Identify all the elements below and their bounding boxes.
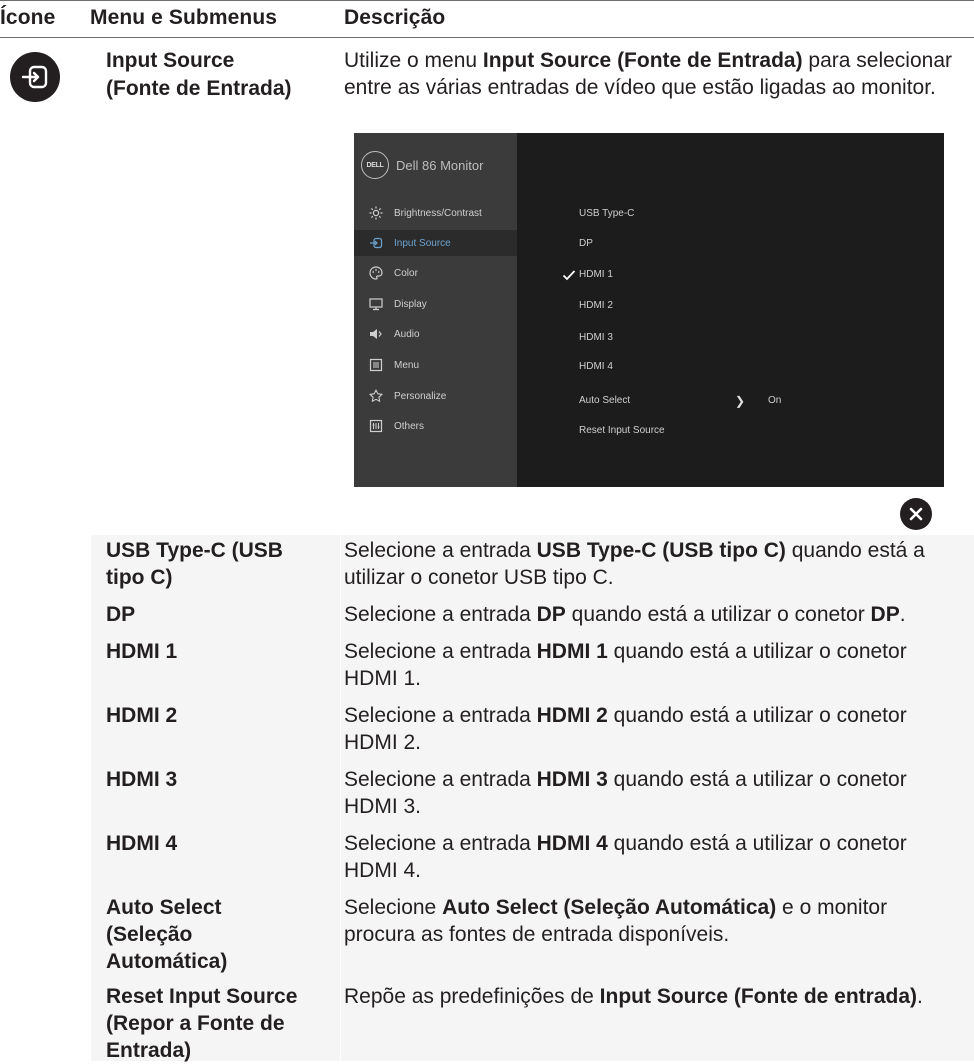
osd-menu-brightness[interactable]: Brightness/Contrast: [354, 200, 517, 226]
osd-screenshot: DELL Dell 86 Monitor Brightness/Contrast…: [354, 133, 944, 487]
others-icon: [369, 419, 383, 433]
table-row: Reset Input Source (Repor a Fonte de Ent…: [91, 981, 974, 1062]
brightness-icon: [369, 206, 383, 220]
desc-text: Repõe as predefinições de: [344, 985, 600, 1008]
desc-text: Selecione a entrada: [344, 539, 537, 562]
osd-menu-label: Display: [394, 298, 427, 310]
desc-bold: HDMI 4: [536, 832, 608, 855]
osd-menu-label: Others: [394, 420, 425, 432]
osd-option-auto-select[interactable]: Auto Select: [579, 395, 630, 406]
osd-menu-label: Audio: [394, 328, 420, 340]
desc-bold: Input Source (Fonte de Entrada): [482, 49, 803, 72]
chevron-right-icon: ❯: [735, 394, 746, 408]
option-description: Selecione a entrada USB Type-C (USB tipo…: [344, 537, 964, 591]
option-description: Selecione a entrada HDMI 1 quando está a…: [344, 638, 964, 692]
desc-text: Selecione a entrada: [344, 704, 537, 727]
speaker-icon: [369, 327, 383, 341]
table-row: Auto Select (Seleção Automática) Selecio…: [91, 892, 974, 982]
option-name: USB Type-C (USB tipo C): [106, 537, 316, 591]
option-name: HDMI 1: [106, 640, 178, 663]
option-description: Repõe as predefinições de Input Source (…: [344, 983, 964, 1010]
desc-text: Selecione a entrada: [344, 640, 537, 663]
osd-menu-display[interactable]: Display: [354, 291, 517, 317]
table-row: HDMI 4 Selecione a entrada HDMI 4 quando…: [91, 828, 974, 893]
osd-option-hdmi-2[interactable]: HDMI 2: [579, 300, 613, 311]
osd-menu-label: Input Source: [394, 237, 451, 249]
option-name: HDMI 4: [106, 832, 178, 855]
table-row: USB Type-C (USB tipo C) Selecione a entr…: [91, 535, 974, 600]
desc-text: Selecione a entrada: [344, 768, 537, 791]
table-row: HDMI 1 Selecione a entrada HDMI 1 quando…: [91, 636, 974, 701]
option-name: HDMI 3: [106, 768, 178, 791]
option-name-text: USB Type-C (USB tipo C): [106, 539, 283, 589]
header-menu-column: Menu e Submenus: [90, 6, 278, 29]
osd-menu-color[interactable]: Color: [354, 260, 517, 286]
desc-bold: Auto Select (Seleção Automática): [442, 896, 777, 919]
desc-bold: HDMI 1: [536, 640, 608, 663]
desc-text: .: [899, 603, 906, 626]
option-description: Selecione a entrada HDMI 3 quando está a…: [344, 766, 964, 820]
option-description: Selecione a entrada HDMI 4 quando está a…: [344, 830, 964, 884]
checkmark-icon: [562, 270, 576, 281]
osd-option-reset-input-source[interactable]: Reset Input Source: [579, 425, 665, 436]
close-icon[interactable]: [900, 498, 932, 530]
auto-select-value: On: [768, 395, 782, 406]
display-icon: [369, 297, 383, 311]
header-description-column: Descrição: [344, 6, 446, 29]
desc-text: Utilize o menu: [344, 49, 483, 72]
osd-title: DELL Dell 86 Monitor: [361, 151, 483, 179]
osd-menu-audio[interactable]: Audio: [354, 321, 517, 347]
osd-option-hdmi-1[interactable]: HDMI 1: [579, 269, 613, 280]
osd-main-menu: DELL Dell 86 Monitor Brightness/Contrast…: [354, 133, 517, 487]
osd-menu-input-source[interactable]: Input Source: [354, 230, 517, 256]
desc-bold: USB Type-C (USB tipo C): [536, 539, 786, 562]
osd-menu-label: Personalize: [394, 390, 447, 402]
input-source-icon: [10, 52, 60, 102]
dell-logo: DELL: [361, 151, 389, 179]
desc-bold: HDMI 3: [536, 768, 608, 791]
osd-option-dp[interactable]: DP: [579, 238, 593, 249]
osd-option-hdmi-3[interactable]: HDMI 3: [579, 332, 613, 343]
menu-description: Utilize o menu Input Source (Fonte de En…: [344, 47, 962, 101]
table-row: DP Selecione a entrada DP quando está a …: [91, 599, 974, 637]
color-palette-icon: [369, 266, 383, 280]
table-column-divider: [340, 535, 341, 1061]
table-row: HDMI 3 Selecione a entrada HDMI 3 quando…: [91, 764, 974, 829]
osd-menu-label: Color: [394, 267, 418, 279]
osd-menu-label: Menu: [394, 359, 420, 371]
osd-option-usb-type-c[interactable]: USB Type-C: [579, 208, 634, 219]
menu-title-line2: (Fonte de Entrada): [106, 77, 292, 100]
desc-bold: Input Source (Fonte de entrada): [599, 985, 918, 1008]
menu-title-line1: Input Source: [106, 49, 235, 72]
star-icon: [369, 389, 383, 403]
osd-menu-personalize[interactable]: Personalize: [354, 383, 517, 409]
top-rule: [0, 0, 974, 1]
desc-bold: DP: [870, 603, 900, 626]
desc-text: quando está a utilizar o conetor: [565, 603, 871, 626]
desc-bold: DP: [536, 603, 566, 626]
desc-text: Selecione a entrada: [344, 603, 537, 626]
option-description: Selecione a entrada HDMI 2 quando está a…: [344, 702, 964, 756]
menu-icon: [369, 358, 383, 372]
table-row: HDMI 2 Selecione a entrada HDMI 2 quando…: [91, 700, 974, 765]
option-name: Reset Input Source (Repor a Fonte de Ent…: [106, 985, 298, 1062]
osd-menu-menu[interactable]: Menu: [354, 352, 517, 378]
option-name: HDMI 2: [106, 704, 178, 727]
osd-option-hdmi-4[interactable]: HDMI 4: [579, 361, 613, 372]
desc-text: Selecione: [344, 896, 443, 919]
menu-title: Input Source (Fonte de Entrada): [106, 47, 292, 103]
header-icon-column: Ícone: [0, 6, 56, 29]
osd-menu-others[interactable]: Others: [354, 413, 517, 439]
header-rule: [0, 37, 974, 38]
osd-title-text: Dell 86 Monitor: [396, 157, 484, 173]
desc-text: .: [917, 985, 923, 1008]
option-name: DP: [106, 603, 136, 626]
osd-menu-label: Brightness/Contrast: [394, 207, 482, 219]
input-source-icon: [369, 236, 383, 250]
desc-bold: HDMI 2: [536, 704, 608, 727]
option-name: Auto Select (Seleção Automática): [106, 896, 228, 973]
desc-text: Selecione a entrada: [344, 832, 537, 855]
option-description: Selecione a entrada DP quando está a uti…: [344, 601, 964, 628]
option-description: Selecione Auto Select (Seleção Automátic…: [344, 894, 964, 948]
